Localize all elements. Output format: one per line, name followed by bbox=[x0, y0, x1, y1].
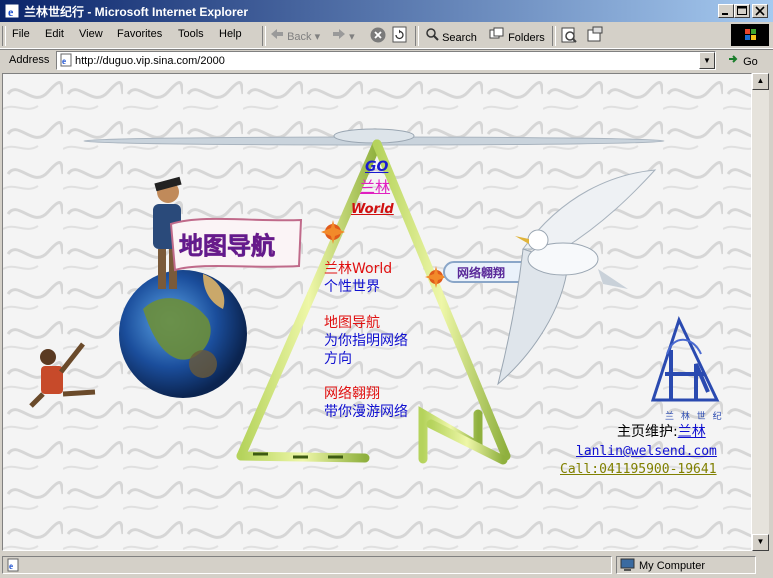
history-button[interactable] bbox=[560, 26, 578, 47]
maximize-icon bbox=[737, 6, 747, 15]
history-icon bbox=[561, 27, 577, 43]
menu-tools[interactable]: Tools bbox=[178, 28, 204, 40]
search-button[interactable]: Search bbox=[425, 27, 477, 44]
close-button[interactable] bbox=[752, 4, 768, 18]
menu-favorites[interactable]: Favorites bbox=[117, 28, 162, 40]
page-icon: e bbox=[7, 558, 19, 572]
page-artwork: 地图导航 网络翱翔 兰 林 世 纪 bbox=[3, 74, 751, 550]
section-line: 带你漫游网络 bbox=[324, 404, 408, 420]
menu-help[interactable]: Help bbox=[219, 28, 242, 40]
go-arrow-icon bbox=[729, 55, 738, 63]
folders-label: Folders bbox=[508, 32, 545, 44]
menu-edit[interactable]: Edit bbox=[45, 28, 64, 40]
svg-text:e: e bbox=[9, 561, 13, 571]
ie-icon: e bbox=[4, 3, 20, 19]
chevron-down-icon: ▾ bbox=[314, 31, 321, 43]
status-bar: e My Computer bbox=[0, 553, 773, 578]
scroll-down-button[interactable]: ▼ bbox=[752, 534, 769, 551]
page-content: 地图导航 网络翱翔 兰 林 世 纪 GO 兰林 World 兰林World 个性… bbox=[2, 73, 752, 551]
window-title: 兰林世纪行 - Microsoft Internet Explorer bbox=[24, 5, 249, 19]
page-icon: e bbox=[60, 53, 72, 67]
scroll-up-button[interactable]: ▲ bbox=[752, 73, 769, 90]
browser-window: e 兰林世纪行 - Microsoft Internet Explorer Fi… bbox=[0, 0, 773, 578]
section-line: 方向 bbox=[324, 351, 352, 367]
forward-arrow-icon bbox=[333, 29, 345, 39]
folders-button[interactable]: Folders bbox=[489, 27, 545, 44]
refresh-button[interactable] bbox=[392, 26, 408, 47]
svg-text:e: e bbox=[8, 5, 14, 19]
chevron-up-icon: ▲ bbox=[756, 76, 765, 85]
minimize-button[interactable] bbox=[718, 4, 734, 18]
windows-flag-icon bbox=[745, 29, 756, 40]
status-zone-area: My Computer bbox=[616, 556, 756, 574]
maintainer-line: 主页维护:兰林 bbox=[617, 423, 706, 441]
section-web-flight[interactable]: 网络翱翔 带你漫游网络 bbox=[324, 385, 408, 421]
forward-button[interactable]: ▾ bbox=[332, 28, 355, 43]
menu-view[interactable]: View bbox=[79, 28, 103, 40]
stop-button[interactable] bbox=[369, 26, 387, 47]
section-line: 个性世界 bbox=[324, 279, 380, 295]
go-link[interactable]: GO bbox=[365, 158, 388, 176]
banner-wangluo-text: 网络翱翔 bbox=[457, 265, 505, 280]
globe-illustration bbox=[119, 270, 247, 398]
folders-icon bbox=[489, 27, 504, 39]
view-icon bbox=[587, 26, 603, 42]
back-arrow-icon bbox=[271, 29, 283, 39]
section-title: 网络翱翔 bbox=[324, 386, 380, 402]
computer-icon bbox=[620, 558, 635, 571]
chevron-down-icon: ▾ bbox=[349, 31, 355, 43]
section-title: 兰林World bbox=[324, 261, 393, 277]
address-bar: Address e http://duguo.vip.sina.com/2000… bbox=[0, 49, 773, 72]
chevron-down-icon: ▼ bbox=[703, 56, 711, 65]
maintainer-link[interactable]: 兰林 bbox=[678, 424, 706, 440]
security-zone-label: My Computer bbox=[639, 560, 706, 572]
stop-icon bbox=[370, 27, 386, 43]
maintainer-label: 主页维护: bbox=[617, 424, 678, 440]
call-link[interactable]: Call:041195900-19641 bbox=[560, 461, 717, 479]
vertical-scrollbar[interactable]: ▲ ▼ bbox=[752, 73, 769, 551]
back-button[interactable]: Back ▾ bbox=[270, 28, 320, 43]
svg-text:e: e bbox=[62, 56, 66, 66]
go-button[interactable]: Go bbox=[728, 53, 758, 68]
search-label: Search bbox=[442, 32, 477, 44]
address-input[interactable]: e http://duguo.vip.sina.com/2000 ▼ bbox=[56, 51, 716, 70]
view-button[interactable] bbox=[586, 26, 604, 47]
refresh-icon bbox=[392, 26, 407, 43]
address-url: http://duguo.vip.sina.com/2000 bbox=[75, 55, 225, 67]
chevron-down-icon: ▼ bbox=[756, 537, 765, 546]
logo-caption: 兰 林 世 纪 bbox=[665, 410, 724, 422]
minimize-icon bbox=[722, 13, 728, 15]
go-label: Go bbox=[743, 56, 758, 68]
map-navigation-banner[interactable]: 地图导航 bbox=[169, 217, 303, 272]
title-bar: e 兰林世纪行 - Microsoft Internet Explorer bbox=[0, 0, 773, 22]
search-icon bbox=[426, 28, 439, 41]
status-text-area: e bbox=[2, 556, 612, 574]
maximize-button[interactable] bbox=[734, 4, 750, 18]
address-dropdown-button[interactable]: ▼ bbox=[699, 52, 715, 69]
windows-logo bbox=[731, 24, 769, 46]
world-link[interactable]: World bbox=[351, 201, 394, 219]
section-title: 地图导航 bbox=[324, 315, 380, 331]
section-lanlin-world[interactable]: 兰林World 个性世界 bbox=[324, 260, 392, 296]
email-link[interactable]: lanlin@welsend.com bbox=[576, 443, 717, 461]
section-map-navigation[interactable]: 地图导航 为你指明网络 方向 bbox=[324, 314, 408, 368]
lanlin-link[interactable]: 兰林 bbox=[360, 178, 390, 196]
address-label: Address bbox=[9, 54, 50, 66]
menu-file[interactable]: File bbox=[12, 28, 30, 40]
menu-toolbar-row: File Edit View Favorites Tools Help Back… bbox=[0, 22, 773, 49]
back-label: Back bbox=[287, 31, 312, 43]
close-icon bbox=[755, 6, 765, 16]
banner-ditu-text: 地图导航 bbox=[179, 231, 275, 260]
section-line: 为你指明网络 bbox=[324, 333, 408, 349]
